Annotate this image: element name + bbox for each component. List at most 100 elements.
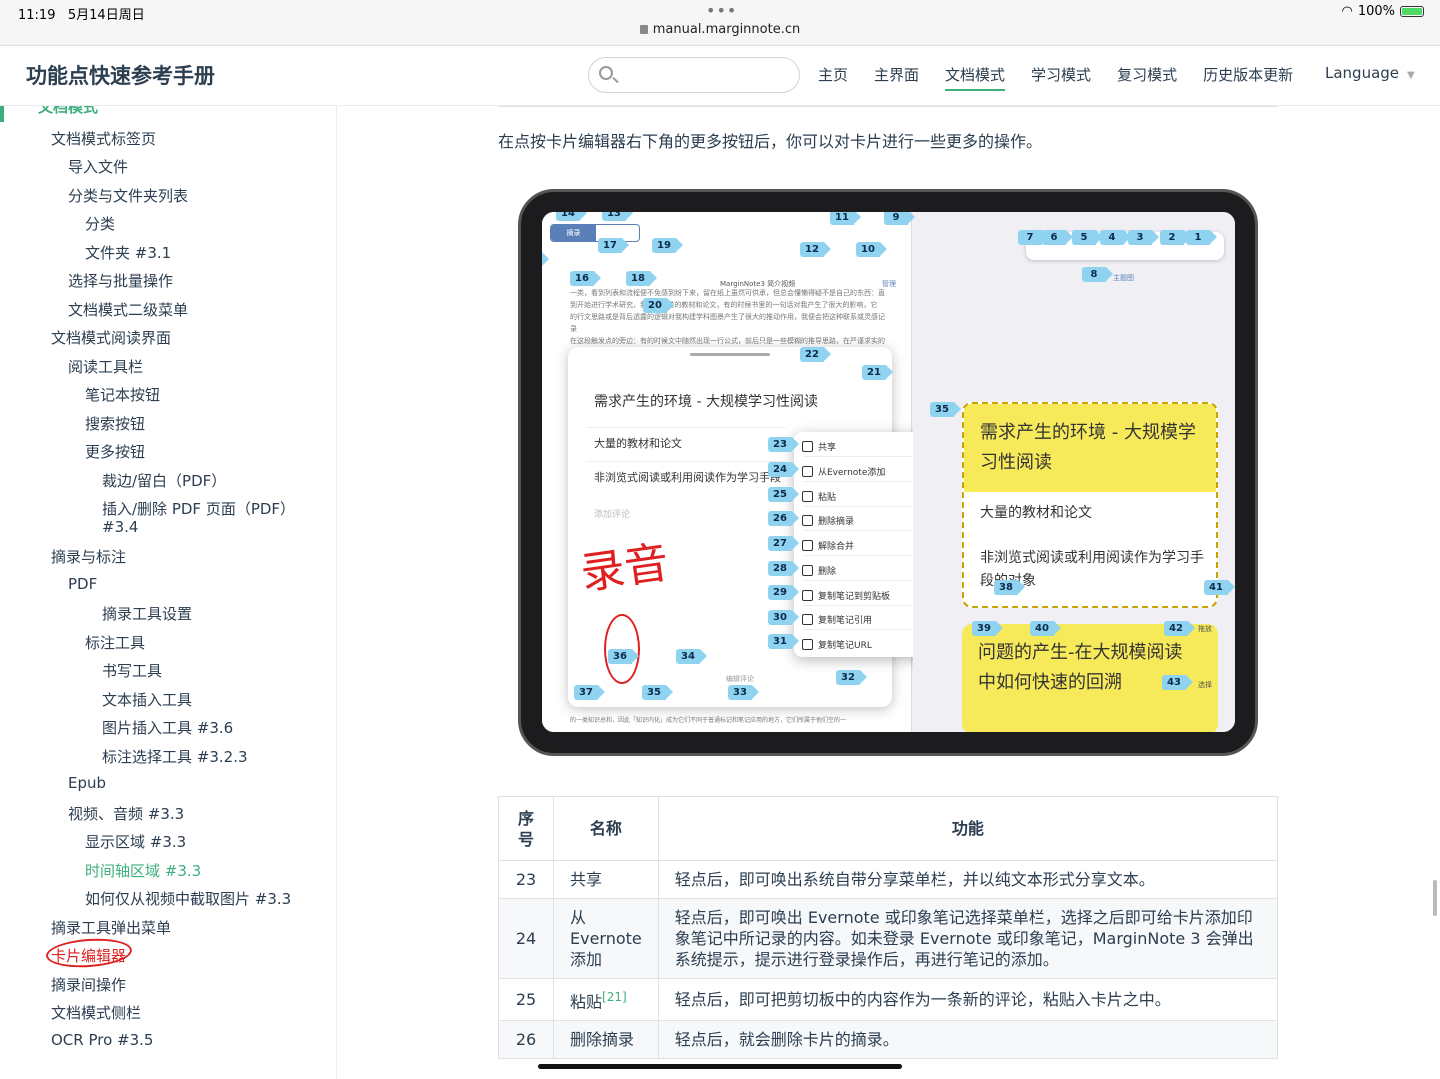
sidebar-item[interactable]: 图片插入工具 #3.6 — [102, 717, 233, 738]
sidebar-active-indicator — [0, 106, 4, 122]
battery-icon — [1400, 6, 1424, 17]
number-tag: 25 — [768, 487, 799, 502]
search-input[interactable] — [623, 63, 788, 87]
sidebar-item[interactable]: 摘录间操作 — [51, 974, 126, 995]
sidebar-item[interactable]: Epub — [68, 774, 106, 792]
sidebar-item[interactable]: 选择与批量操作 — [68, 270, 173, 291]
number-tag: 27 — [768, 536, 799, 551]
menu-item-paste[interactable]: 粘贴 — [801, 490, 836, 503]
sidebar-item[interactable]: 搜索按钮 — [85, 413, 145, 434]
url-bar[interactable]: manual.marginnote.cn — [0, 22, 1440, 37]
cell-desc: 轻点后，即可把剪切板中的内容作为一条新的评论，粘贴入卡片之中。 — [657, 977, 1279, 1022]
sidebar-item[interactable]: 裁边/留白（PDF） — [102, 470, 226, 491]
number-tag: 35 — [930, 402, 961, 417]
menu-item-copy-url[interactable]: 复制笔记URL — [802, 638, 872, 651]
menu-item-delete[interactable]: 删除 — [801, 564, 836, 577]
menu-item-delete-excerpt[interactable]: 删除摘录 — [801, 514, 854, 527]
sidebar-item[interactable]: PDF — [68, 575, 97, 593]
menu-item-unmerge[interactable]: 解除合并 — [801, 539, 854, 552]
sidebar-item[interactable]: 文档模式二级菜单 — [68, 299, 188, 320]
col-header-function: 功能 — [657, 796, 1279, 861]
number-tag: 7 — [1018, 230, 1049, 245]
number-tag: 28 — [768, 561, 799, 576]
nav-link-review-mode[interactable]: 复习模式 — [1117, 64, 1177, 91]
sidebar-item[interactable]: 文档模式标签页 — [51, 128, 156, 149]
number-tag: 37 — [574, 685, 605, 700]
seg-tab-annotate: 标注 — [551, 241, 596, 242]
number-tag: 11 — [830, 212, 861, 225]
search-box[interactable] — [588, 57, 800, 93]
ipad-screenshot-figure: 摘录标注 MarginNote3 简介视频 管理 一类，看到列表和流程便不免感到… — [518, 189, 1258, 756]
sidebar-item[interactable]: OCR Pro #3.5 — [51, 1031, 153, 1049]
sidebar-item[interactable]: 摘录工具弹出菜单 — [51, 917, 171, 938]
number-tag: 6 — [1042, 230, 1073, 245]
table-row: 24 从 Evernote 添加 轻点后，即可唤出 Evernote 或印象笔记… — [498, 898, 1279, 979]
wifi-icon: ◠ — [1341, 4, 1353, 19]
sidebar-item[interactable]: 摘录与标注 — [51, 546, 126, 567]
sidebar-item[interactable]: 插入/删除 PDF 页面（PDF） — [102, 498, 295, 519]
sidebar-item[interactable]: 分类 — [85, 213, 115, 234]
sidebar-item[interactable]: 摘录工具设置 — [102, 603, 192, 624]
sidebar-item[interactable]: 显示区域 #3.3 — [85, 831, 186, 852]
number-tag: 31 — [768, 634, 799, 649]
nav-link-document-mode[interactable]: 文档模式 — [945, 64, 1006, 91]
number-tag: 2 — [1160, 230, 1191, 245]
sidebar-item-active[interactable]: 时间轴区域 #3.3 — [85, 860, 201, 881]
sidebar-item[interactable]: 标注工具 — [85, 632, 145, 653]
number-tag: 22 — [800, 347, 831, 362]
footnote-link[interactable]: [21] — [602, 990, 627, 1004]
sidebar-item[interactable]: 文件夹 #3.1 — [85, 242, 171, 263]
number-tag: 38 — [994, 580, 1025, 595]
sidebar-item[interactable]: 更多按钮 — [85, 441, 145, 462]
sidebar-item[interactable]: 导入文件 — [68, 156, 128, 177]
sidebar-item[interactable]: 笔记本按钮 — [85, 384, 160, 405]
nav-link-study-mode[interactable]: 学习模式 — [1031, 64, 1091, 91]
cell-name: 粘贴[21] — [553, 977, 659, 1022]
sidebar-item[interactable]: #3.4 — [102, 518, 138, 536]
sidebar-item[interactable]: 视频、音频 #3.3 — [68, 803, 184, 824]
sidebar-item[interactable]: 阅读工具栏 — [68, 356, 143, 377]
mindmap-card-selected[interactable]: 需求产生的环境 - 大规模学习性阅读 大量的教材和论文 非浏览式阅读或利用阅读作… — [962, 402, 1218, 608]
sidebar-item[interactable]: 标注选择工具 #3.2.3 — [102, 746, 248, 767]
drag-handle[interactable] — [690, 353, 770, 356]
tab-overview-dots-icon[interactable]: ••• — [706, 1, 737, 20]
sidebar-item-document-mode[interactable]: 文档模式 — [38, 106, 98, 117]
number-tag: 17 — [598, 238, 629, 253]
sidebar-item[interactable]: 书写工具 — [102, 660, 162, 681]
number-tag: 32 — [836, 670, 867, 685]
table-top-edge — [498, 106, 1278, 107]
sidebar-item[interactable]: 文本插入工具 — [102, 689, 192, 710]
cell-num: 26 — [498, 1020, 554, 1060]
sidebar-item[interactable]: 分类与文件夹列表 — [68, 185, 188, 206]
cell-num: 24 — [498, 898, 554, 979]
sidebar: 文档模式 文档模式标签页 导入文件 分类与文件夹列表 分类 文件夹 #3.1 选… — [0, 106, 337, 1079]
status-right: ◠ 100% — [1341, 4, 1424, 19]
nav-link-changelog[interactable]: 历史版本更新 — [1203, 64, 1293, 91]
number-tag: 10 — [856, 242, 887, 257]
number-tag: 4 — [1100, 230, 1131, 245]
home-indicator[interactable] — [538, 1064, 902, 1069]
menu-item-evernote[interactable]: 从Evernote添加 — [801, 465, 885, 478]
menu-item-copy-ref[interactable]: 复制笔记引用 — [801, 613, 872, 626]
nav-link-main-ui[interactable]: 主界面 — [874, 64, 919, 91]
site-title[interactable]: 功能点快速参考手册 — [26, 60, 215, 90]
menu-item-copy-note[interactable]: 复制笔记到剪贴板 — [801, 589, 890, 602]
cell-num: 23 — [498, 860, 554, 899]
menu-item-share[interactable]: 共享 — [801, 440, 836, 453]
sidebar-item[interactable]: 文档模式阅读界面 — [51, 327, 171, 348]
sidebar-item[interactable]: 如何仅从视频中截取图片 #3.3 — [85, 888, 291, 909]
col-header-num: 序号 — [498, 796, 554, 861]
pdf-line: 到开始进行学术研究，我 20 大量的教材和论文，有的时候书里的一句话对我产生了很… — [570, 301, 878, 309]
sidebar-item[interactable]: 文档模式侧栏 — [51, 1002, 141, 1023]
number-tag: 16 — [570, 271, 601, 286]
number-tag: 36 — [608, 649, 639, 664]
number-tag: 5 — [1072, 230, 1103, 245]
cell-desc: 轻点后，即可唤出系统自带分享菜单栏，并以纯文本形式分享文本。 — [657, 860, 1279, 899]
card-title: 需求产生的环境 - 大规模学习性阅读 — [594, 394, 818, 410]
page-scrollbar[interactable] — [1433, 880, 1437, 916]
nav-link-home[interactable]: 主页 — [818, 64, 848, 91]
number-tag: 14 — [556, 212, 587, 221]
mindmap-card-title: 需求产生的环境 - 大规模学习性阅读 — [980, 422, 1196, 473]
language-dropdown[interactable]: Language ▼ — [1325, 64, 1415, 82]
number-tag: 42 — [1164, 621, 1195, 636]
